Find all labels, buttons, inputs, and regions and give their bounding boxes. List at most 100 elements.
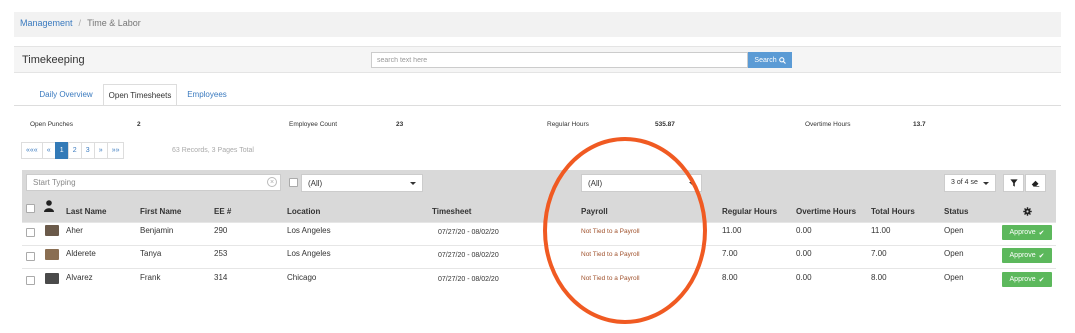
overtime-hours-value: 13.7 <box>913 121 926 128</box>
status-cell: Open <box>944 249 964 258</box>
filter-icon <box>1009 179 1018 187</box>
breadcrumb: Management / Time & Labor <box>14 12 1061 37</box>
col-header-status[interactable]: Status <box>944 207 968 216</box>
status-cell: Open <box>944 273 964 282</box>
approve-button[interactable]: Approve ✔ <box>1002 248 1052 263</box>
breadcrumb-separator: / <box>78 18 82 28</box>
table-row <box>22 268 1056 291</box>
page-2-button[interactable]: 2 <box>67 142 82 159</box>
location-filter-checkbox[interactable] <box>289 178 298 187</box>
ee-number-link[interactable]: 314 <box>214 273 227 282</box>
approve-label: Approve <box>1009 252 1036 259</box>
ee-number-link[interactable]: 253 <box>214 249 227 258</box>
chevron-down-icon <box>410 182 416 185</box>
name-filter-input[interactable] <box>26 174 281 191</box>
breadcrumb-current: Time & Labor <box>87 18 141 28</box>
first-name-link[interactable]: Benjamin <box>140 226 173 235</box>
check-icon: ✔ <box>1038 229 1045 237</box>
page-prev-button[interactable]: « <box>41 142 56 159</box>
total-hours-cell: 11.00 <box>871 226 891 235</box>
col-header-ee-number[interactable]: EE # <box>214 207 231 216</box>
overtime-hours-cell: 0.00 <box>796 249 812 258</box>
location-filter-select[interactable]: (All) <box>301 174 423 192</box>
status-cell: Open <box>944 226 964 235</box>
location-filter-value: (All) <box>308 179 323 188</box>
tab-employees[interactable]: Employees <box>180 84 234 106</box>
overtime-hours-cell: 0.00 <box>796 273 812 282</box>
approve-label: Approve <box>1009 229 1036 236</box>
open-punches-label: Open Punches <box>30 121 74 128</box>
tab-open-timesheets[interactable]: Open Timesheets <box>103 84 177 106</box>
filter-button[interactable] <box>1003 174 1024 192</box>
total-hours-cell: 7.00 <box>871 249 887 258</box>
column-chooser-select[interactable]: 3 of 4 se <box>944 174 996 192</box>
location-cell: Los Angeles <box>287 249 331 258</box>
regular-hours-value: 535.87 <box>655 121 675 128</box>
tab-divider <box>14 105 1061 106</box>
regular-hours-label: Regular Hours <box>547 121 589 128</box>
last-name-link[interactable]: Alderete <box>66 249 96 258</box>
avatar <box>45 225 59 236</box>
page-title: Timekeeping <box>22 54 85 66</box>
col-header-first-name[interactable]: First Name <box>140 207 181 216</box>
employee-count-label: Employee Count <box>289 121 338 128</box>
first-name-link[interactable]: Tanya <box>140 249 161 258</box>
page-first-button[interactable]: ««« <box>21 142 43 159</box>
page-1-button[interactable]: 1 <box>54 142 69 159</box>
table-row <box>22 245 1056 268</box>
ee-number-link[interactable]: 290 <box>214 226 227 235</box>
overtime-hours-cell: 0.00 <box>796 226 812 235</box>
row-checkbox[interactable] <box>26 276 35 285</box>
select-all-checkbox[interactable] <box>26 204 35 213</box>
gear-icon[interactable] <box>1023 207 1032 216</box>
search-input[interactable] <box>371 52 748 68</box>
avatar <box>45 249 59 260</box>
search-button-label: Search <box>754 56 777 64</box>
check-icon: ✔ <box>1038 276 1045 284</box>
timesheet-link[interactable]: 07/27/20 - 08/02/20 <box>438 252 499 259</box>
col-header-total-hours[interactable]: Total Hours <box>871 207 915 216</box>
timesheet-link[interactable]: 07/27/20 - 08/02/20 <box>438 229 499 236</box>
col-header-timesheet[interactable]: Timesheet <box>432 207 471 216</box>
search-icon <box>778 56 786 64</box>
regular-hours-cell: 8.00 <box>722 273 738 282</box>
last-name-link[interactable]: Alvarez <box>66 273 93 282</box>
row-checkbox[interactable] <box>26 252 35 261</box>
location-cell: Los Angeles <box>287 226 331 235</box>
column-chooser-value: 3 of 4 se <box>951 179 978 186</box>
check-icon: ✔ <box>1038 252 1045 260</box>
person-icon <box>44 200 54 212</box>
last-name-link[interactable]: Aher <box>66 226 83 235</box>
eraser-button[interactable] <box>1025 174 1046 192</box>
col-header-overtime-hours[interactable]: Overtime Hours <box>796 207 856 216</box>
search-button[interactable]: Search <box>748 52 792 68</box>
timesheet-link[interactable]: 07/27/20 - 08/02/20 <box>438 276 499 283</box>
approve-label: Approve <box>1009 276 1036 283</box>
open-punches-value: 2 <box>137 121 141 128</box>
records-count: 63 Records, 3 Pages Total <box>172 147 254 154</box>
pagination: ««« « 1 2 3 » »» <box>21 142 125 159</box>
approve-button[interactable]: Approve ✔ <box>1002 225 1052 240</box>
total-hours-cell: 8.00 <box>871 273 887 282</box>
regular-hours-cell: 11.00 <box>722 226 742 235</box>
col-header-location[interactable]: Location <box>287 207 320 216</box>
location-cell: Chicago <box>287 273 317 282</box>
tab-daily-overview[interactable]: Daily Overview <box>30 84 102 106</box>
page-next-button[interactable]: » <box>93 142 108 159</box>
page-3-button[interactable]: 3 <box>80 142 95 159</box>
row-checkbox[interactable] <box>26 228 35 237</box>
avatar <box>45 273 59 284</box>
page-last-button[interactable]: »» <box>106 142 125 159</box>
employee-count-value: 23 <box>396 121 404 128</box>
regular-hours-cell: 7.00 <box>722 249 738 258</box>
col-header-regular-hours[interactable]: Regular Hours <box>722 207 777 216</box>
clear-filter-icon[interactable]: × <box>267 177 277 187</box>
approve-button[interactable]: Approve ✔ <box>1002 272 1052 287</box>
chevron-down-icon <box>983 182 989 185</box>
eraser-icon <box>1031 180 1040 187</box>
breadcrumb-management-link[interactable]: Management <box>20 18 73 28</box>
first-name-link[interactable]: Frank <box>140 273 160 282</box>
col-header-last-name[interactable]: Last Name <box>66 207 106 216</box>
table-row <box>22 222 1056 245</box>
overtime-hours-label: Overtime Hours <box>805 121 851 128</box>
